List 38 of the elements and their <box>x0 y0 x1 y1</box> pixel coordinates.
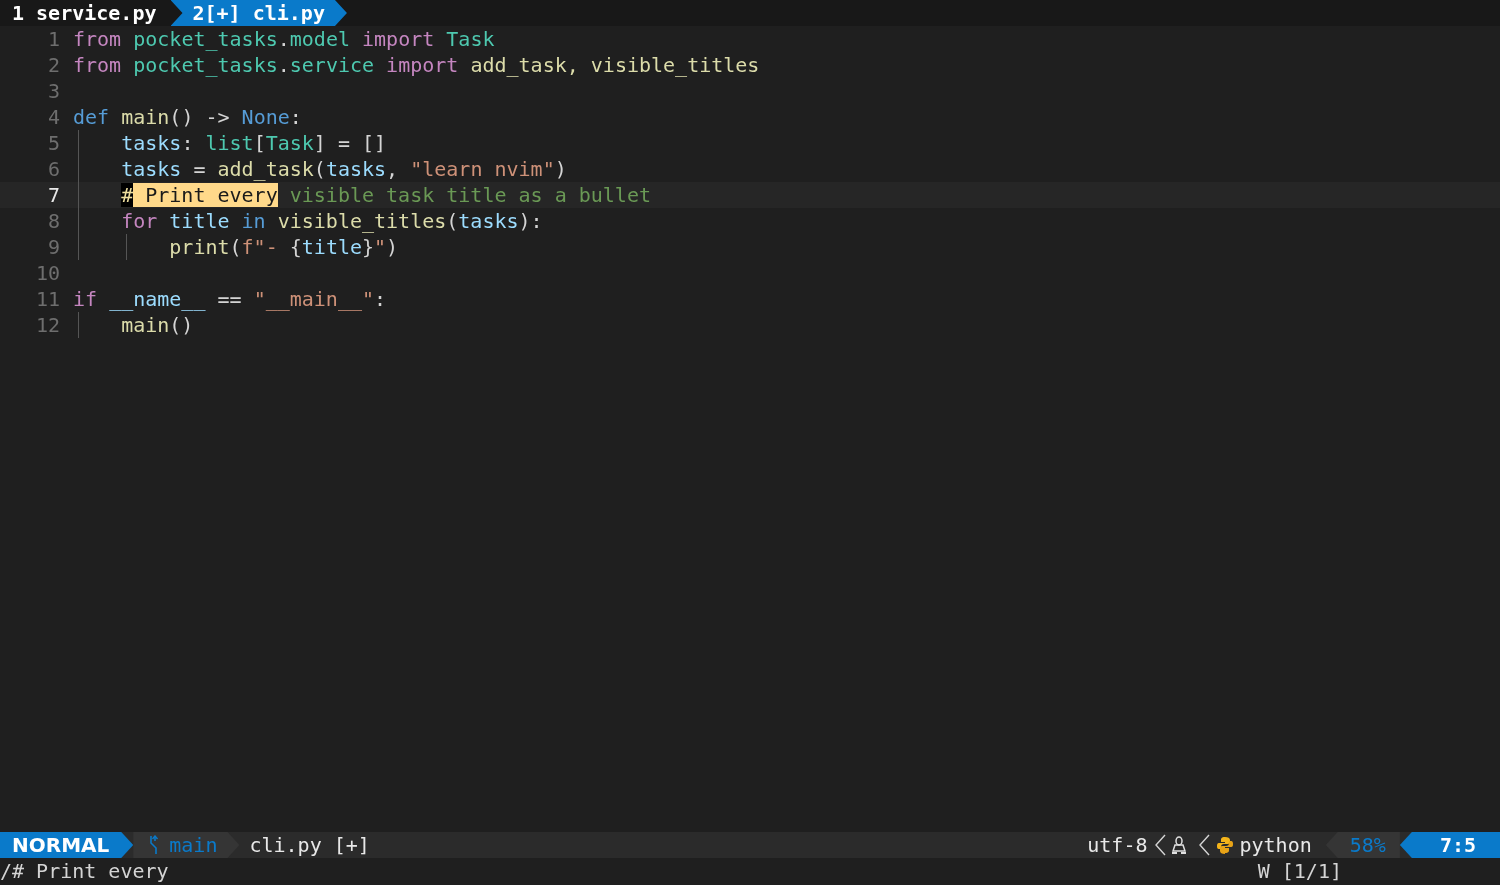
buffer-tab[interactable]: 2[+] cli.py <box>170 0 347 26</box>
git-branch-icon <box>147 835 160 855</box>
code-line: tasks = add_task(tasks, "learn nvim") <box>121 156 567 182</box>
scroll-percent: 58% <box>1325 832 1400 858</box>
line-number: 12 <box>34 312 60 338</box>
line-number: 1 <box>46 26 60 52</box>
chevron-icon <box>1153 834 1166 856</box>
command-line-text[interactable]: /# Print every <box>0 858 169 885</box>
code-line: from pocket_tasks.service import add_task, visible_titles <box>73 52 760 78</box>
line-number: 7 <box>46 182 60 208</box>
line-number: 11 <box>34 286 60 312</box>
line-number: 5 <box>46 130 60 156</box>
code-line: # Print every visible task title as a bullet <box>121 182 651 208</box>
line-number: 4 <box>46 104 60 130</box>
penguin-icon <box>1171 836 1186 854</box>
buffer-tab[interactable]: 1 service.py <box>0 0 171 26</box>
encoding: utf-8 <box>1087 833 1148 857</box>
code-line: def main() -> None: <box>73 104 302 130</box>
line-number: 3 <box>46 78 60 104</box>
line-number: 10 <box>34 260 60 286</box>
code-line: tasks: list[Task] = [] <box>121 130 387 156</box>
cursor-position: 7:5 <box>1399 832 1500 858</box>
snake-logo-icon <box>1215 836 1234 854</box>
chevron-icon <box>1197 834 1210 856</box>
file-type: python <box>1239 833 1312 857</box>
code-line: if __name__ == "__main__": <box>73 286 387 312</box>
code-line: main() <box>121 312 194 338</box>
file-name: cli.py [+] <box>249 833 370 857</box>
line-number: 8 <box>46 208 60 234</box>
line-number: 9 <box>46 234 60 260</box>
mode-indicator: NORMAL <box>0 832 134 858</box>
code-line: print(f"- {title}") <box>169 234 399 260</box>
line-number: 6 <box>46 156 60 182</box>
code-line: from pocket_tasks.model import Task <box>73 26 495 52</box>
line-number: 2 <box>46 52 60 78</box>
branch-name: main <box>169 832 218 858</box>
search-count: W [1/1] <box>1257 858 1342 885</box>
code-line: for title in visible_titles(tasks): <box>121 208 543 234</box>
